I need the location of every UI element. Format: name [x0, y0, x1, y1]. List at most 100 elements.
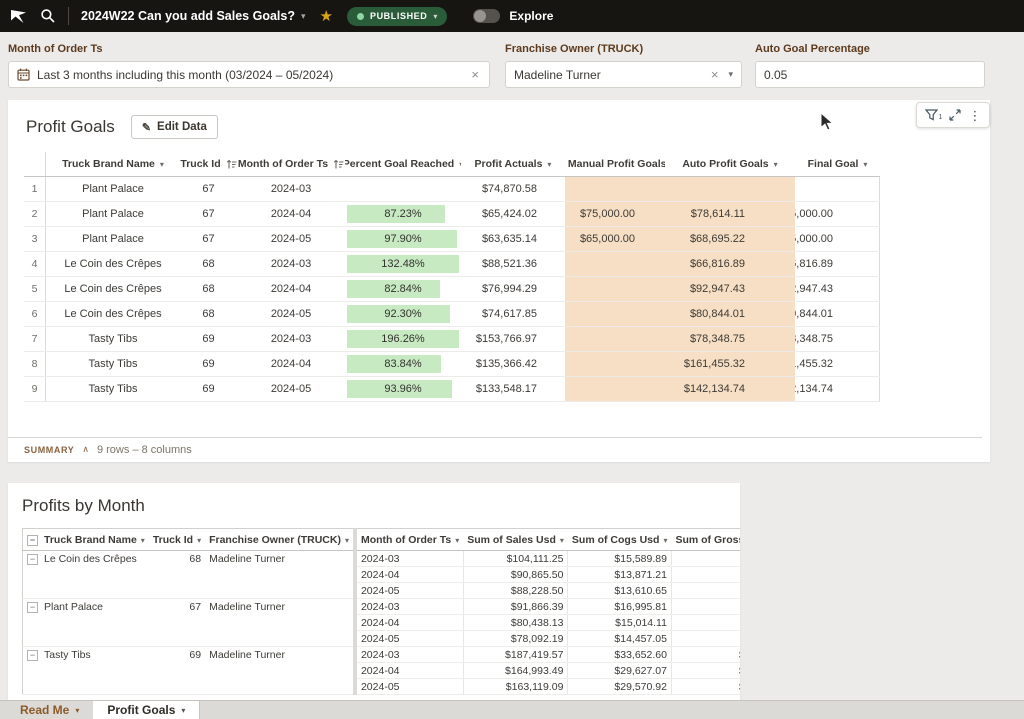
- cell-truck-brand-name[interactable]: Plant Palace: [46, 177, 180, 201]
- cell-truck-brand-name[interactable]: Plant Palace: [46, 202, 180, 226]
- cell-sum-of-cogs-usd[interactable]: $29,627.07: [568, 663, 672, 679]
- column-header-auto-profit-goals[interactable]: Auto Profit Goals▾: [665, 152, 795, 176]
- cell-sum-of-gross-profit-usd[interactable]: $135,366.42: [671, 663, 740, 679]
- cell-month-of-order-ts[interactable]: 2024-04: [355, 567, 463, 583]
- cell-auto-profit-goals[interactable]: $161,455.32: [665, 352, 795, 376]
- collapse-minus-icon[interactable]: −: [27, 535, 38, 546]
- cell-month-of-order-ts[interactable]: 2024-04: [237, 277, 345, 301]
- cell-final-goal[interactable]: $65,000.00: [795, 227, 880, 251]
- maximize-icon[interactable]: [949, 109, 961, 121]
- cell-percent-goal-reached[interactable]: 132.48%: [345, 252, 461, 276]
- column-header-sum-of-cogs-usd[interactable]: Sum of Cogs Usd▾: [568, 529, 672, 551]
- cell-truck-id[interactable]: 69: [149, 647, 205, 695]
- workbook-title-menu[interactable]: 2024W22 Can you add Sales Goals? ▾: [81, 9, 306, 23]
- cell-sum-of-sales-usd[interactable]: $163,119.09: [463, 679, 568, 695]
- cell-sum-of-gross-profit-usd[interactable]: $88,521.36: [671, 551, 740, 567]
- cell-month-of-order-ts[interactable]: 2024-03: [237, 327, 345, 351]
- column-header-sum-of-sales-usd[interactable]: Sum of Sales Usd▾: [463, 529, 568, 551]
- collapse-minus-icon[interactable]: −: [27, 554, 38, 565]
- cell-truck-id[interactable]: 68: [149, 551, 205, 599]
- cell-sum-of-gross-profit-usd[interactable]: $133,548.17: [671, 679, 740, 695]
- cell-percent-goal-reached[interactable]: 97.90%: [345, 227, 461, 251]
- cell-sum-of-gross-profit-usd[interactable]: $74,870.58: [671, 599, 740, 615]
- cell-final-goal[interactable]: $161,455.32: [795, 352, 880, 376]
- column-header-brand[interactable]: Truck Brand Name▾: [46, 152, 180, 176]
- published-badge[interactable]: PUBLISHED ▾: [347, 7, 447, 26]
- cell-sum-of-gross-profit-usd[interactable]: $63,635.14: [671, 631, 740, 647]
- cell-final-goal[interactable]: $75,000.00: [795, 202, 880, 226]
- cell-month-of-order-ts[interactable]: 2024-05: [355, 583, 463, 599]
- row-number[interactable]: 5: [24, 277, 46, 301]
- row-number[interactable]: 7: [24, 327, 46, 351]
- cell-auto-profit-goals[interactable]: $68,695.22: [665, 227, 795, 251]
- cell-sum-of-cogs-usd[interactable]: $15,014.11: [568, 615, 672, 631]
- cell-sum-of-gross-profit-usd[interactable]: $74,617.85: [671, 583, 740, 599]
- favorite-star-icon[interactable]: ★: [320, 7, 333, 25]
- cell-sum-of-sales-usd[interactable]: $80,438.13: [463, 615, 568, 631]
- cell-manual-profit-goals[interactable]: [565, 352, 665, 376]
- owner-filter-input[interactable]: Madeline Turner × ▾: [505, 61, 742, 88]
- cell-final-goal[interactable]: [795, 177, 880, 201]
- cell-truck-id[interactable]: 69: [180, 327, 237, 351]
- cell-sum-of-sales-usd[interactable]: $78,092.19: [463, 631, 568, 647]
- cell-sum-of-gross-profit-usd[interactable]: $65,424.02: [671, 615, 740, 631]
- cell-manual-profit-goals[interactable]: [565, 377, 665, 401]
- cell-month-of-order-ts[interactable]: 2024-04: [237, 202, 345, 226]
- tab-profit-goals[interactable]: Profit Goals ▾: [93, 701, 200, 719]
- cell-sum-of-sales-usd[interactable]: $90,865.50: [463, 567, 568, 583]
- cell-final-goal[interactable]: $78,348.75: [795, 327, 880, 351]
- summary-label[interactable]: SUMMARY: [24, 445, 74, 455]
- column-header-truck-brand-name[interactable]: −Truck Brand Name▾: [23, 529, 149, 551]
- cell-profit-actuals[interactable]: $65,424.02: [461, 202, 565, 226]
- row-number[interactable]: 1: [24, 177, 46, 201]
- cell-percent-goal-reached[interactable]: 87.23%: [345, 202, 461, 226]
- edit-data-button[interactable]: ✎ Edit Data: [131, 115, 218, 139]
- cell-truck-brand-name[interactable]: Tasty Tibs: [46, 377, 180, 401]
- cell-sum-of-cogs-usd[interactable]: $15,589.89: [568, 551, 672, 567]
- row-number[interactable]: 2: [24, 202, 46, 226]
- column-header-manual-profit-goals[interactable]: ✎Manual Profit Goals▾: [565, 152, 665, 176]
- cell-truck-brand-name[interactable]: −Le Coin des Crêpes: [23, 551, 149, 599]
- cell-truck-brand-name[interactable]: −Plant Palace: [23, 599, 149, 647]
- cell-month-of-order-ts[interactable]: 2024-03: [355, 551, 463, 567]
- row-number[interactable]: 6: [24, 302, 46, 326]
- cell-month-of-order-ts[interactable]: 2024-04: [355, 663, 463, 679]
- cell-truck-id[interactable]: 68: [180, 252, 237, 276]
- cell-month-of-order-ts[interactable]: 2024-05: [237, 227, 345, 251]
- row-number[interactable]: 9: [24, 377, 46, 401]
- cell-manual-profit-goals[interactable]: [565, 327, 665, 351]
- collapse-minus-icon[interactable]: −: [27, 650, 38, 661]
- cell-profit-actuals[interactable]: $74,617.85: [461, 302, 565, 326]
- column-header-month[interactable]: Month of Order Ts: [237, 152, 345, 176]
- tab-read-me[interactable]: Read Me ▾: [6, 701, 93, 719]
- row-number[interactable]: 4: [24, 252, 46, 276]
- collapse-caret-icon[interactable]: ∧: [82, 444, 89, 455]
- cell-profit-actuals[interactable]: $76,994.29: [461, 277, 565, 301]
- cell-truck-brand-name[interactable]: Le Coin des Crêpes: [46, 252, 180, 276]
- cell-profit-actuals[interactable]: $88,521.36: [461, 252, 565, 276]
- cell-percent-goal-reached[interactable]: 196.26%: [345, 327, 461, 351]
- cell-sum-of-sales-usd[interactable]: $91,866.39: [463, 599, 568, 615]
- cell-truck-brand-name[interactable]: Tasty Tibs: [46, 327, 180, 351]
- cell-sum-of-cogs-usd[interactable]: $29,570.92: [568, 679, 672, 695]
- cell-franchise-owner[interactable]: Madeline Turner: [205, 647, 355, 695]
- cell-percent-goal-reached[interactable]: [345, 177, 461, 201]
- cell-month-of-order-ts[interactable]: 2024-03: [355, 647, 463, 663]
- cell-final-goal[interactable]: $142,134.74: [795, 377, 880, 401]
- search-icon[interactable]: [40, 8, 56, 24]
- cell-month-of-order-ts[interactable]: 2024-03: [237, 177, 345, 201]
- cell-percent-goal-reached[interactable]: 83.84%: [345, 352, 461, 376]
- column-header-profit-actuals[interactable]: Profit Actuals▾: [461, 152, 565, 176]
- date-filter-input[interactable]: Last 3 months including this month (03/2…: [8, 61, 490, 88]
- cell-truck-id[interactable]: 68: [180, 277, 237, 301]
- cell-manual-profit-goals[interactable]: [565, 302, 665, 326]
- clear-filter-icon[interactable]: ×: [709, 67, 721, 82]
- cell-month-of-order-ts[interactable]: 2024-05: [355, 631, 463, 647]
- cell-manual-profit-goals[interactable]: [565, 177, 665, 201]
- cell-auto-profit-goals[interactable]: $78,614.11: [665, 202, 795, 226]
- cell-auto-profit-goals[interactable]: $142,134.74: [665, 377, 795, 401]
- cell-truck-id[interactable]: 69: [180, 377, 237, 401]
- cell-sum-of-gross-profit-usd[interactable]: $76,994.29: [671, 567, 740, 583]
- cell-truck-id[interactable]: 67: [180, 202, 237, 226]
- cell-truck-id[interactable]: 68: [180, 302, 237, 326]
